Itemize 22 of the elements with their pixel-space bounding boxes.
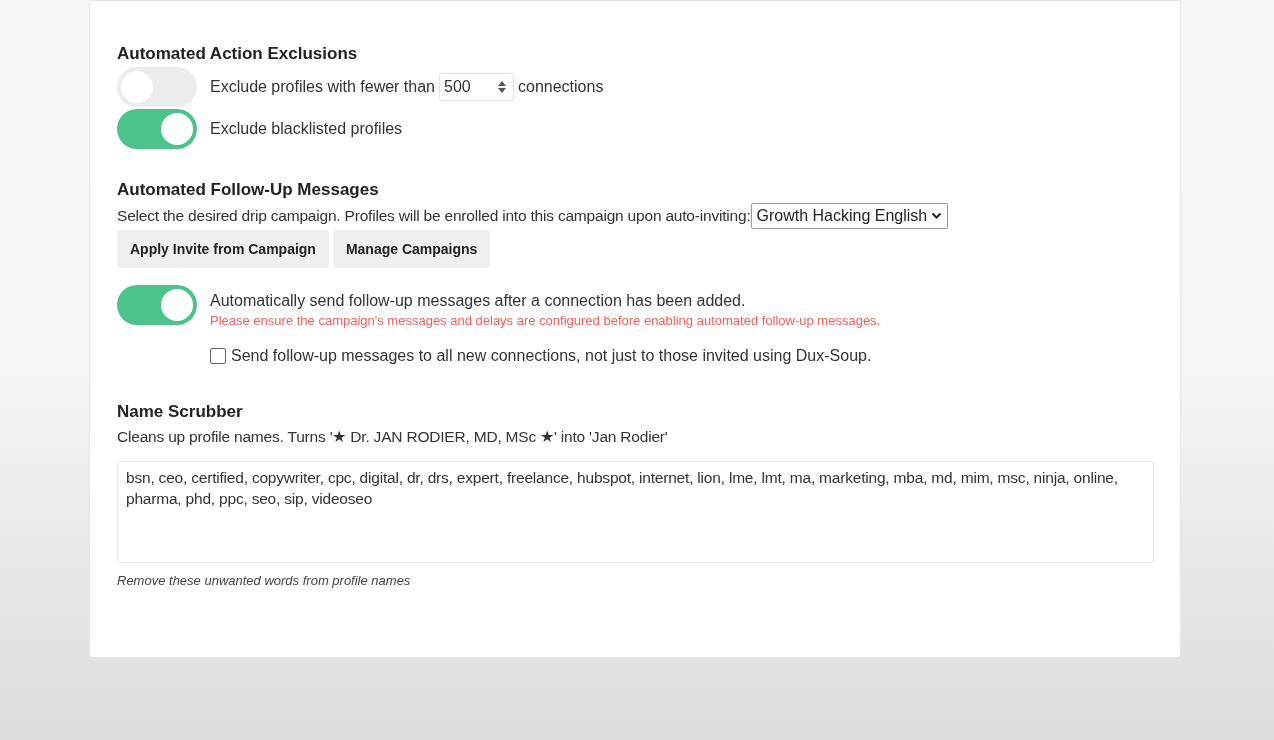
setting-label: Exclude profiles with fewer than bbox=[210, 77, 435, 97]
warning-text: Please ensure the campaign's messages and delays are configured before enabling automated follow-up messages. bbox=[210, 312, 881, 330]
setting-label: Automatically send follow-up messages after a connection has been added. bbox=[210, 291, 747, 311]
hint-text: Remove these unwanted words from profile names bbox=[117, 572, 412, 591]
checkbox[interactable] bbox=[210, 348, 226, 364]
description-text: Select the desired drip campaign. Profiles will be enrolled into this campaign upon auto-inviting: bbox=[117, 206, 751, 227]
number-field[interactable]: 500 bbox=[439, 73, 514, 101]
section-heading: Automated Action Exclusions bbox=[117, 43, 359, 65]
description-text: Cleans up profile names. Turns '★ Dr. JAN RODIER, MD, MSc ★' into 'Jan Rodier' bbox=[117, 427, 669, 447]
words-textarea[interactable]: bsn, ceo, certified, copywriter, cpc, digital, dr, drs, expert, freelance, hubspot, internet, lion, lme, lmt, ma, marketing, mba, md, mim, msc, ninja, online, pharma, phd, ppc, seo, sip, videoseo bbox=[117, 461, 1154, 564]
setting-label: Exclude blacklisted profiles bbox=[210, 119, 403, 139]
section-heading: Automated Follow-Up Messages bbox=[117, 179, 380, 201]
spinner-icon[interactable] bbox=[497, 80, 507, 94]
section-heading: Name Scrubber bbox=[117, 401, 244, 423]
action-button[interactable]: Apply Invite from Campaign bbox=[117, 230, 329, 268]
toggle-switch[interactable] bbox=[117, 285, 197, 325]
campaign-dropdown[interactable]: Growth Hacking English bbox=[750, 203, 949, 229]
action-button[interactable]: Manage Campaigns bbox=[332, 230, 491, 268]
checkbox-label: Send follow-up messages to all new connections, not just to those invited using Dux-Soup. bbox=[231, 346, 872, 366]
setting-label: connections bbox=[518, 77, 604, 97]
chevron-down-icon[interactable] bbox=[931, 212, 943, 220]
toggle-switch[interactable] bbox=[117, 109, 197, 149]
